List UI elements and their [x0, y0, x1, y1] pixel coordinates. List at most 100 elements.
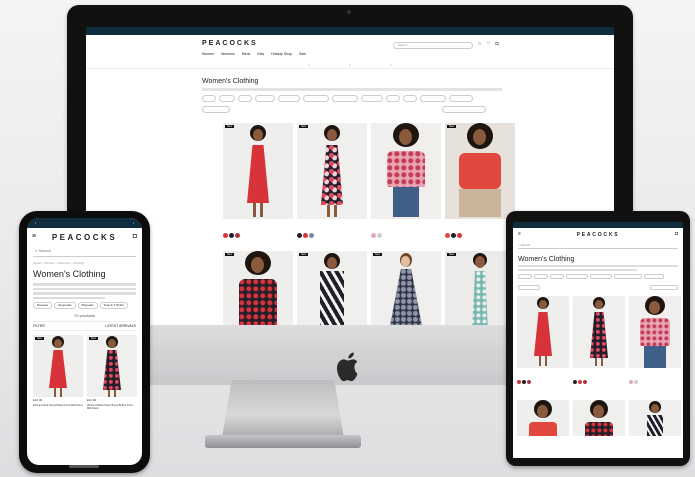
search-input[interactable]: Search — [393, 42, 473, 49]
category-pill[interactable] — [386, 95, 400, 102]
product-name[interactable]: Womens Black Floral Tiered Button Front … — [87, 404, 137, 410]
search-input[interactable]: ⌕ Search — [33, 248, 136, 257]
product-image[interactable]: New — [223, 251, 293, 325]
product-card[interactable] — [371, 123, 441, 248]
category-pill[interactable] — [219, 95, 235, 102]
sort-select[interactable] — [650, 285, 678, 290]
swatch[interactable] — [527, 380, 531, 384]
product-image[interactable]: New — [223, 123, 293, 219]
product-name[interactable]: Womens Red Tiered Button Front Midi Dres… — [33, 404, 83, 407]
product-card[interactable] — [629, 296, 681, 396]
category-pill[interactable]: Tops & T-Shirts — [99, 302, 128, 309]
nav-item[interactable]: Womens — [221, 52, 235, 56]
nav-item[interactable]: Holiday Shop — [271, 52, 292, 56]
product-card[interactable]: New — [223, 251, 293, 325]
product-image[interactable]: New — [371, 251, 441, 325]
category-pill[interactable] — [420, 95, 446, 102]
product-image[interactable] — [371, 123, 441, 219]
product-image[interactable]: New — [445, 251, 515, 325]
product-card[interactable] — [629, 400, 681, 436]
product-image[interactable]: New — [33, 335, 83, 397]
filter-button[interactable]: FILTER — [33, 324, 45, 328]
product-image[interactable] — [629, 296, 681, 368]
category-pill[interactable] — [303, 95, 329, 102]
category-pill[interactable] — [644, 274, 664, 279]
product-card[interactable] — [573, 296, 625, 396]
category-pill[interactable] — [361, 95, 383, 102]
swatch[interactable] — [451, 233, 456, 238]
breadcrumb[interactable]: Home > Women > Womens > Clothing — [33, 261, 136, 265]
filter-button[interactable] — [202, 106, 230, 113]
swatch[interactable] — [309, 233, 314, 238]
product-card[interactable]: New — [223, 123, 293, 248]
product-card[interactable] — [517, 296, 569, 396]
category-pill[interactable] — [202, 95, 216, 102]
category-pill[interactable] — [238, 95, 252, 102]
nav-item[interactable]: Sale — [299, 52, 306, 56]
product-image[interactable] — [517, 400, 569, 436]
promo-banner[interactable]: ▪ ▪ — [27, 218, 142, 228]
bag-icon[interactable]: ◘ — [675, 231, 678, 237]
product-image[interactable]: New — [297, 123, 367, 219]
category-pill[interactable] — [614, 274, 642, 279]
category-pill[interactable] — [332, 95, 358, 102]
swatch[interactable] — [634, 380, 638, 384]
product-image[interactable]: New — [445, 123, 515, 219]
swatch[interactable] — [229, 233, 234, 238]
category-pill[interactable] — [550, 274, 564, 279]
product-card[interactable]: New £22.00 Womens Red Tiered Button Fron… — [33, 335, 83, 425]
category-pill[interactable] — [255, 95, 275, 102]
swatch[interactable] — [583, 380, 587, 384]
promo-banner[interactable] — [86, 27, 614, 35]
product-image[interactable] — [517, 296, 569, 368]
brand-logo[interactable]: PEACOCKS — [27, 233, 142, 242]
nav-item[interactable]: Women — [202, 52, 214, 56]
account-icon[interactable]: ○ — [478, 41, 486, 47]
breadcrumb[interactable]: · · · — [202, 72, 614, 75]
product-card[interactable]: New — [297, 251, 367, 325]
product-card[interactable]: New — [445, 251, 515, 325]
product-image[interactable] — [573, 296, 625, 368]
product-card[interactable]: New £22.00 Womens Black Floral Tiered Bu… — [87, 335, 137, 425]
search-input[interactable]: ⌕ Search — [518, 243, 678, 249]
bag-icon[interactable]: ◘ — [133, 233, 137, 240]
product-card[interactable]: New — [445, 123, 515, 248]
swatch[interactable] — [377, 233, 382, 238]
category-pill[interactable]: Dresses — [33, 302, 53, 309]
swatch[interactable] — [235, 233, 240, 238]
swatch[interactable] — [445, 233, 450, 238]
product-image[interactable] — [629, 400, 681, 436]
breadcrumb[interactable]: · · · — [518, 251, 678, 254]
swatch[interactable] — [303, 233, 308, 238]
category-pill[interactable] — [449, 95, 473, 102]
swatch[interactable] — [297, 233, 302, 238]
bag-icon[interactable]: ◘ — [496, 41, 504, 47]
wishlist-icon[interactable]: ♡ — [486, 41, 495, 47]
brand-logo[interactable]: PEACOCKS — [202, 40, 258, 47]
sort-select[interactable] — [442, 106, 486, 113]
filter-button[interactable] — [518, 285, 540, 290]
swatch[interactable] — [223, 233, 228, 238]
product-card[interactable] — [517, 400, 569, 436]
category-pill[interactable] — [590, 274, 612, 279]
swatch[interactable] — [457, 233, 462, 238]
category-pill[interactable]: Playsuits — [77, 302, 98, 309]
category-pill[interactable] — [278, 95, 300, 102]
swatch[interactable] — [371, 233, 376, 238]
nav-item[interactable]: Mens — [242, 52, 251, 56]
category-pill[interactable] — [534, 274, 548, 279]
product-card[interactable]: New — [371, 251, 441, 325]
sort-select[interactable]: LATEST ARRIVALS — [105, 324, 136, 328]
category-pill[interactable] — [403, 95, 417, 102]
category-pill[interactable] — [566, 274, 588, 279]
swatch[interactable] — [629, 380, 633, 384]
product-image[interactable]: New — [87, 335, 137, 397]
product-image[interactable] — [573, 400, 625, 436]
product-card[interactable]: New — [297, 123, 367, 248]
swatch[interactable] — [573, 380, 577, 384]
category-pill[interactable] — [518, 274, 532, 279]
swatch[interactable] — [578, 380, 582, 384]
category-pill[interactable]: Jumpsuits — [54, 302, 76, 309]
nav-item[interactable]: Kids — [257, 52, 264, 56]
swatch[interactable] — [517, 380, 521, 384]
